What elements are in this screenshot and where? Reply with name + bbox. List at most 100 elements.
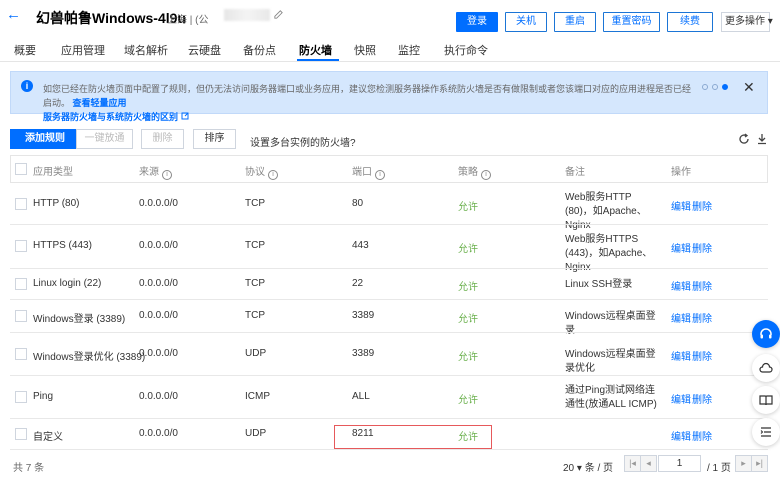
refresh-icon[interactable] <box>738 133 750 145</box>
reset-password-button[interactable]: 重置密码 <box>603 12 660 32</box>
tab-firewall[interactable]: 防火墙 <box>299 42 332 58</box>
edit-link[interactable]: 编辑 <box>671 310 691 325</box>
col-note: 备注 <box>565 167 585 178</box>
docs-float-button[interactable] <box>752 386 780 414</box>
row-checkbox[interactable] <box>15 390 27 403</box>
delete-link[interactable]: 删除 <box>692 428 712 443</box>
download-icon[interactable] <box>756 133 768 145</box>
cell-protocol: ICMP <box>245 390 270 402</box>
row-checkbox[interactable] <box>15 277 27 290</box>
renew-button[interactable]: 续费 <box>667 12 713 32</box>
delete-link[interactable]: 删除 <box>692 348 712 363</box>
redacted-ip <box>224 9 270 21</box>
edit-link[interactable]: 编辑 <box>671 198 691 213</box>
multi-instance-firewall-link[interactable]: 设置多台实例的防火墙? <box>250 134 356 149</box>
tab-overview[interactable]: 概要 <box>14 42 36 58</box>
highlight-box <box>334 425 492 449</box>
page-size-select[interactable]: 20 ▾ 条 / 页 <box>563 459 613 474</box>
delete-link[interactable]: 删除 <box>692 198 712 213</box>
tab-app-management[interactable]: 应用管理 <box>61 42 105 58</box>
edit-link[interactable]: 编辑 <box>671 278 691 293</box>
cell-app-type: HTTPS (443) <box>33 240 92 251</box>
help-icon[interactable]: i <box>375 170 385 180</box>
row-divider <box>10 418 768 419</box>
notice-link-lighthouse[interactable]: 查看轻量应用 <box>73 98 127 108</box>
delete-link[interactable]: 删除 <box>692 278 712 293</box>
tab-backup[interactable]: 备份点 <box>243 42 276 58</box>
edit-link[interactable]: 编辑 <box>671 391 691 406</box>
carousel-dot-2[interactable] <box>712 84 718 90</box>
page-input[interactable]: 1 <box>658 455 701 472</box>
col-policy-label: 策略 <box>458 167 478 178</box>
cell-protocol: UDP <box>245 427 267 439</box>
row-checkbox[interactable] <box>15 427 27 440</box>
delete-link[interactable]: 删除 <box>692 391 712 406</box>
support-float-button[interactable] <box>752 320 780 348</box>
help-icon[interactable]: i <box>268 170 278 180</box>
cell-app-type: 自定义 <box>33 431 63 443</box>
cell-app-type: Windows登录 (3389) <box>33 313 126 325</box>
col-port-label: 端口 <box>352 167 372 178</box>
active-tab-indicator <box>297 59 339 61</box>
more-actions-dropdown[interactable]: 更多操作 ▾ <box>721 12 773 32</box>
info-icon: i <box>21 80 33 92</box>
restart-button[interactable]: 重启 <box>554 12 596 32</box>
help-icon[interactable]: i <box>162 170 172 180</box>
cell-source: 0.0.0.0/0 <box>139 347 178 359</box>
cell-app-type: Linux login (22) <box>33 277 102 289</box>
row-checkbox[interactable] <box>15 347 27 360</box>
back-arrow-icon[interactable]: ← <box>6 7 22 24</box>
row-divider <box>10 375 768 376</box>
next-page-icon[interactable]: ▸ <box>735 455 752 472</box>
col-actions: 操作 <box>671 167 691 178</box>
delete-link[interactable]: 删除 <box>692 310 712 325</box>
close-icon[interactable]: ✕ <box>743 79 755 96</box>
carousel-dot-1[interactable] <box>702 84 708 90</box>
cloud-icon <box>759 362 773 373</box>
login-button[interactable]: 登录 <box>456 12 498 32</box>
help-icon[interactable]: i <box>481 170 491 180</box>
sort-button[interactable]: 排序 <box>193 129 236 149</box>
cell-policy: 允许 <box>458 244 478 255</box>
add-rule-button[interactable]: 添加规则 <box>10 129 80 149</box>
table-bottom-divider <box>10 449 768 450</box>
page-total: / 1 页 <box>707 463 731 474</box>
edit-link[interactable]: 编辑 <box>671 348 691 363</box>
tab-monitor[interactable]: 监控 <box>398 42 420 58</box>
book-icon <box>759 395 773 406</box>
cell-policy: 允许 <box>458 313 478 325</box>
carousel-dot-3[interactable] <box>722 84 728 90</box>
select-all-checkbox[interactable] <box>15 163 27 175</box>
region-label: 上海 | (公 <box>167 15 209 26</box>
delete-button[interactable]: 删除 <box>141 129 184 149</box>
cell-app-type: Windows登录优化 (3389) <box>33 351 146 363</box>
cell-port: 22 <box>352 277 364 289</box>
notice-link-difference[interactable]: 服务器防火墙与系统防火墙的区别 <box>43 112 178 122</box>
col-protocol: 协议 i <box>245 163 278 180</box>
shutdown-button[interactable]: 关机 <box>505 12 547 32</box>
cell-port: 443 <box>352 240 369 251</box>
cloud-float-button[interactable] <box>752 354 780 382</box>
last-page-icon[interactable]: ▸| <box>751 455 768 472</box>
prev-page-icon[interactable]: ◂ <box>640 455 657 472</box>
list-float-button[interactable] <box>752 418 780 446</box>
cell-protocol: TCP <box>245 197 265 209</box>
row-checkbox[interactable] <box>15 309 27 322</box>
tab-execute-command[interactable]: 执行命令 <box>444 42 488 58</box>
row-checkbox[interactable] <box>15 240 27 252</box>
cell-source: 0.0.0.0/0 <box>139 427 178 439</box>
external-link-icon <box>181 112 189 120</box>
tab-domain[interactable]: 域名解析 <box>124 42 168 58</box>
one-click-allow-button[interactable]: 一键放通 <box>76 129 133 149</box>
cell-app-type: Ping <box>33 390 54 402</box>
cell-port: ALL <box>352 390 370 402</box>
edit-link[interactable]: 编辑 <box>671 428 691 443</box>
first-page-icon[interactable]: |◂ <box>624 455 641 472</box>
row-checkbox[interactable] <box>15 197 27 210</box>
delete-link[interactable]: 删除 <box>692 240 712 255</box>
cell-note: Windows远程桌面登录优化 <box>565 348 656 374</box>
edit-icon[interactable] <box>273 9 284 20</box>
edit-link[interactable]: 编辑 <box>671 240 691 255</box>
tab-cloud-disk[interactable]: 云硬盘 <box>188 42 221 58</box>
tab-snapshot[interactable]: 快照 <box>354 42 376 58</box>
